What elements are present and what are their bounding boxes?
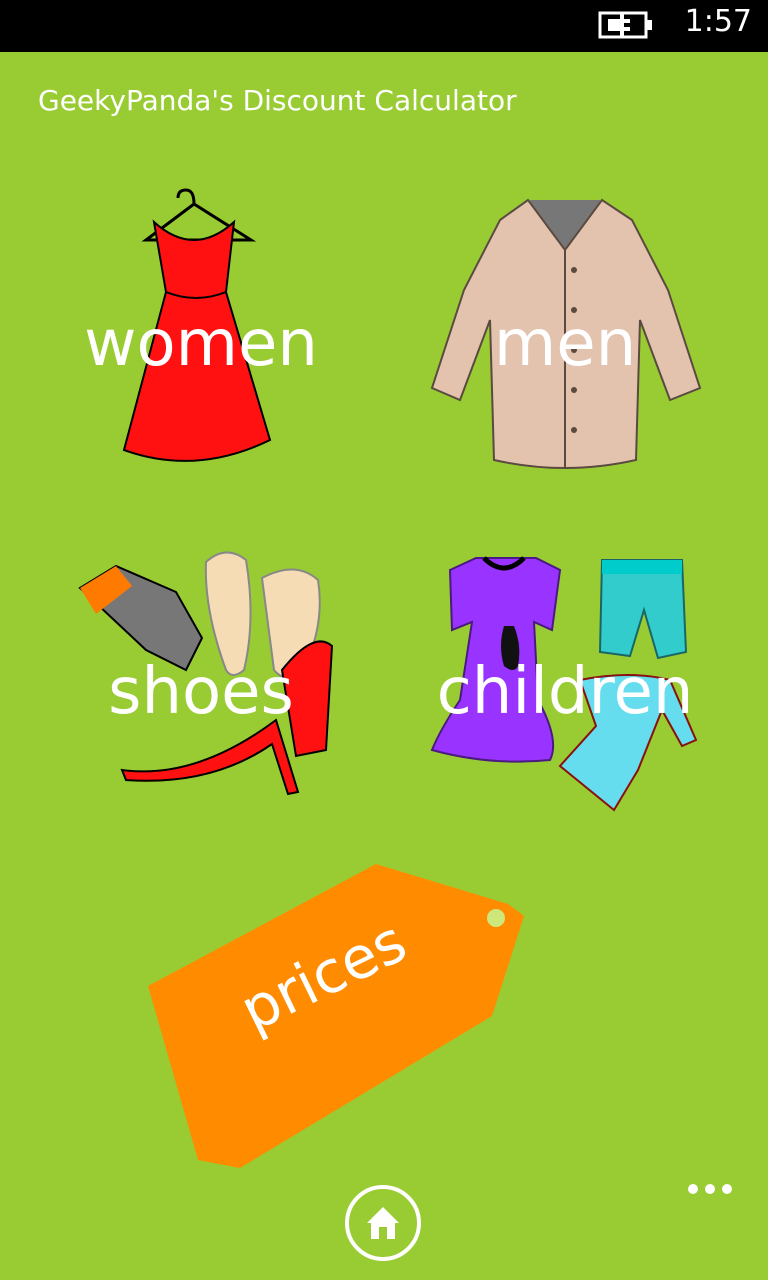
men-label: men xyxy=(493,307,637,381)
children-tile[interactable]: children xyxy=(400,530,730,830)
men-tile[interactable]: men xyxy=(400,180,730,480)
women-tile[interactable]: women xyxy=(36,180,366,480)
home-icon xyxy=(367,1207,399,1239)
clock: 1:57 xyxy=(684,4,752,39)
app-title: GeekyPanda's Discount Calculator xyxy=(38,84,517,117)
shoes-tile[interactable]: shoes xyxy=(36,530,366,830)
battery-charging-icon xyxy=(598,11,652,39)
price-tag-icon[interactable] xyxy=(140,860,540,1170)
more-dots-icon[interactable] xyxy=(680,1172,740,1206)
status-bar: 1:57 xyxy=(0,0,768,52)
shoes-label: shoes xyxy=(108,655,294,729)
women-label: women xyxy=(84,307,318,381)
home-button[interactable] xyxy=(345,1185,421,1261)
children-label: children xyxy=(436,655,694,729)
